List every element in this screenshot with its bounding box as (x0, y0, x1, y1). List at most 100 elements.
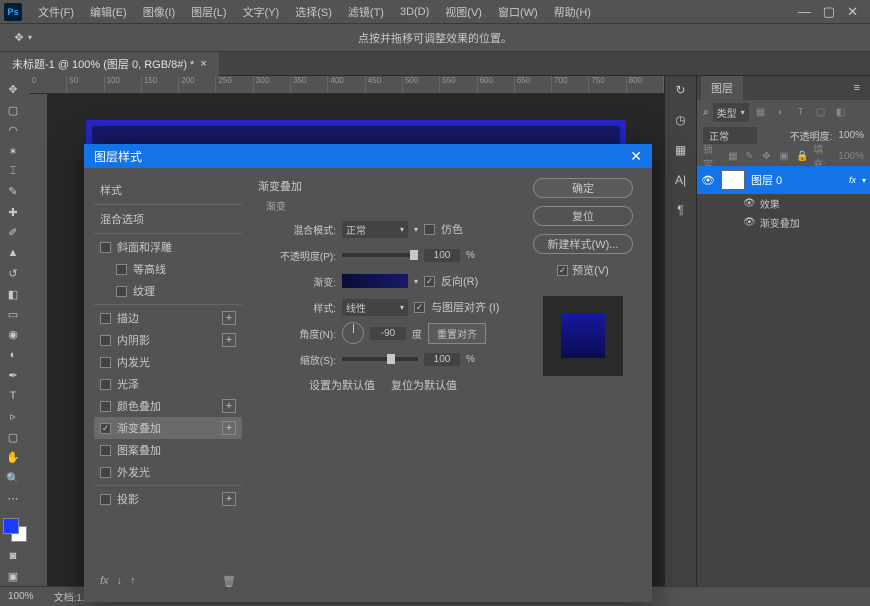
tab-close-icon[interactable]: × (200, 58, 206, 70)
maximize-icon[interactable]: ▢ (823, 4, 835, 20)
menu-select[interactable]: 选择(S) (287, 4, 340, 20)
filter-smart-icon[interactable]: ◧ (833, 105, 849, 119)
checkbox[interactable] (100, 379, 111, 390)
menu-view[interactable]: 视图(V) (437, 4, 490, 20)
style-stroke[interactable]: 描边+ (94, 307, 242, 329)
move-tool-icon[interactable]: ✥ (8, 27, 30, 49)
checkbox[interactable] (100, 242, 111, 253)
reset-default-button[interactable]: 复位为默认值 (391, 377, 457, 393)
add-icon[interactable]: + (222, 399, 236, 413)
arrow-down-icon[interactable]: ↓ (117, 575, 123, 587)
stamp-tool[interactable]: ▲ (0, 244, 26, 263)
search-icon[interactable]: ⌕ (703, 107, 709, 118)
make-default-button[interactable]: 设置为默认值 (309, 377, 375, 393)
magic-wand-tool[interactable]: ✶ (0, 141, 26, 160)
history-panel-icon[interactable]: ↻ (670, 80, 692, 100)
checkbox[interactable] (116, 286, 127, 297)
more-tools[interactable]: ⋯ (0, 489, 26, 508)
new-style-button[interactable]: 新建样式(W)... (533, 234, 633, 254)
eye-icon[interactable]: 👁 (743, 198, 756, 209)
hand-tool[interactable]: ✋ (0, 448, 26, 467)
blending-options[interactable]: 混合选项 (94, 207, 242, 231)
fx-gradient-overlay[interactable]: 👁 渐变叠加 (697, 213, 870, 232)
zoom-level[interactable]: 100% (8, 591, 34, 602)
style-inner-glow[interactable]: 内发光 (94, 351, 242, 373)
reset-align-button[interactable]: 重置对齐 (428, 323, 486, 344)
style-bevel[interactable]: 斜面和浮雕 (94, 236, 242, 258)
dodge-tool[interactable]: ◐ (0, 346, 26, 365)
eraser-tool[interactable]: ◧ (0, 284, 26, 303)
healing-tool[interactable]: ✚ (0, 203, 26, 222)
layers-tab[interactable]: 图层 (701, 76, 743, 100)
brush-tool[interactable]: ✐ (0, 223, 26, 242)
add-icon[interactable]: + (222, 311, 236, 325)
layer-fx-badge[interactable]: fx (849, 175, 856, 185)
add-icon[interactable]: + (222, 492, 236, 506)
style-drop-shadow[interactable]: 投影+ (94, 488, 242, 510)
checkbox[interactable] (100, 401, 111, 412)
blend-mode-select[interactable]: 正常▾ (342, 221, 408, 238)
style-inner-shadow[interactable]: 内阴影+ (94, 329, 242, 351)
styles-panel-icon[interactable]: ▦ (670, 140, 692, 160)
lock-pixels-icon[interactable]: ▦ (728, 151, 741, 162)
checkbox[interactable] (100, 335, 111, 346)
scale-slider[interactable] (342, 357, 418, 361)
dither-checkbox[interactable] (424, 224, 435, 235)
reverse-checkbox[interactable]: ✓ (424, 276, 435, 287)
document-tab[interactable]: 未标题-1 @ 100% (图层 0, RGB/8#) * × (0, 52, 219, 76)
arrow-up-icon[interactable]: ↑ (130, 575, 136, 587)
quickmask-tool[interactable]: ◙ (0, 546, 26, 565)
checkbox[interactable] (100, 494, 111, 505)
trash-icon[interactable]: 🗑 (222, 575, 236, 588)
path-tool[interactable]: ▹ (0, 407, 26, 426)
eyedropper-tool[interactable]: ✎ (0, 182, 26, 201)
checkbox[interactable] (100, 313, 111, 324)
gradient-preview[interactable] (342, 274, 408, 288)
pen-tool[interactable]: ✒ (0, 366, 26, 385)
lock-artboard-icon[interactable]: ▣ (779, 151, 792, 162)
gradient-tool[interactable]: ▭ (0, 305, 26, 324)
menu-filter[interactable]: 滤镜(T) (340, 4, 392, 20)
menu-edit[interactable]: 编辑(E) (82, 4, 135, 20)
layer-name[interactable]: 图层 0 (751, 172, 843, 188)
zoom-tool[interactable]: 🔍 (0, 468, 26, 487)
fill-value[interactable]: 100% (838, 151, 864, 162)
menu-file[interactable]: 文件(F) (30, 4, 82, 20)
preview-checkbox[interactable]: ✓ (557, 265, 568, 276)
crop-tool[interactable]: ⌶ (0, 162, 26, 181)
visibility-icon[interactable]: 👁 (701, 174, 715, 187)
style-color-overlay[interactable]: 颜色叠加+ (94, 395, 242, 417)
style-satin[interactable]: 光泽 (94, 373, 242, 395)
filter-shape-icon[interactable]: ▢ (813, 105, 829, 119)
add-icon[interactable]: + (222, 421, 236, 435)
menu-type[interactable]: 文字(Y) (235, 4, 288, 20)
filter-image-icon[interactable]: ▦ (753, 105, 769, 119)
checkbox[interactable] (100, 357, 111, 368)
history-brush-tool[interactable]: ↺ (0, 264, 26, 283)
checkbox[interactable] (116, 264, 127, 275)
type-tool[interactable]: T (0, 387, 26, 406)
menu-layer[interactable]: 图层(L) (183, 4, 234, 20)
checkbox[interactable] (100, 445, 111, 456)
close-icon[interactable]: ✕ (847, 4, 858, 20)
screenmode-tool[interactable]: ▣ (0, 567, 26, 586)
align-checkbox[interactable]: ✓ (414, 302, 425, 313)
cancel-button[interactable]: 复位 (533, 206, 633, 226)
lasso-tool[interactable]: ◠ (0, 121, 26, 140)
fg-color-swatch[interactable] (3, 518, 19, 534)
ok-button[interactable]: 确定 (533, 178, 633, 198)
filter-type-select[interactable]: 类型 ▾ (713, 103, 749, 122)
lock-all-icon[interactable]: 🔒 (796, 151, 809, 162)
style-texture[interactable]: 纹理 (94, 280, 242, 302)
lock-move-icon[interactable]: ✥ (762, 151, 775, 162)
opacity-slider[interactable] (342, 253, 418, 257)
opacity-value[interactable]: 100% (838, 130, 864, 141)
panel-menu-icon[interactable]: ≡ (848, 82, 866, 94)
para-panel-icon[interactable]: ¶ (670, 200, 692, 220)
filter-adjust-icon[interactable]: ◐ (773, 105, 789, 119)
scale-input[interactable]: 100 (424, 353, 460, 366)
menu-3d[interactable]: 3D(D) (392, 6, 437, 18)
char-panel-icon[interactable]: A| (670, 170, 692, 190)
layer-row[interactable]: 👁 图层 0 fx ▾ (697, 166, 870, 194)
fx-menu-icon[interactable]: fx (100, 575, 109, 587)
